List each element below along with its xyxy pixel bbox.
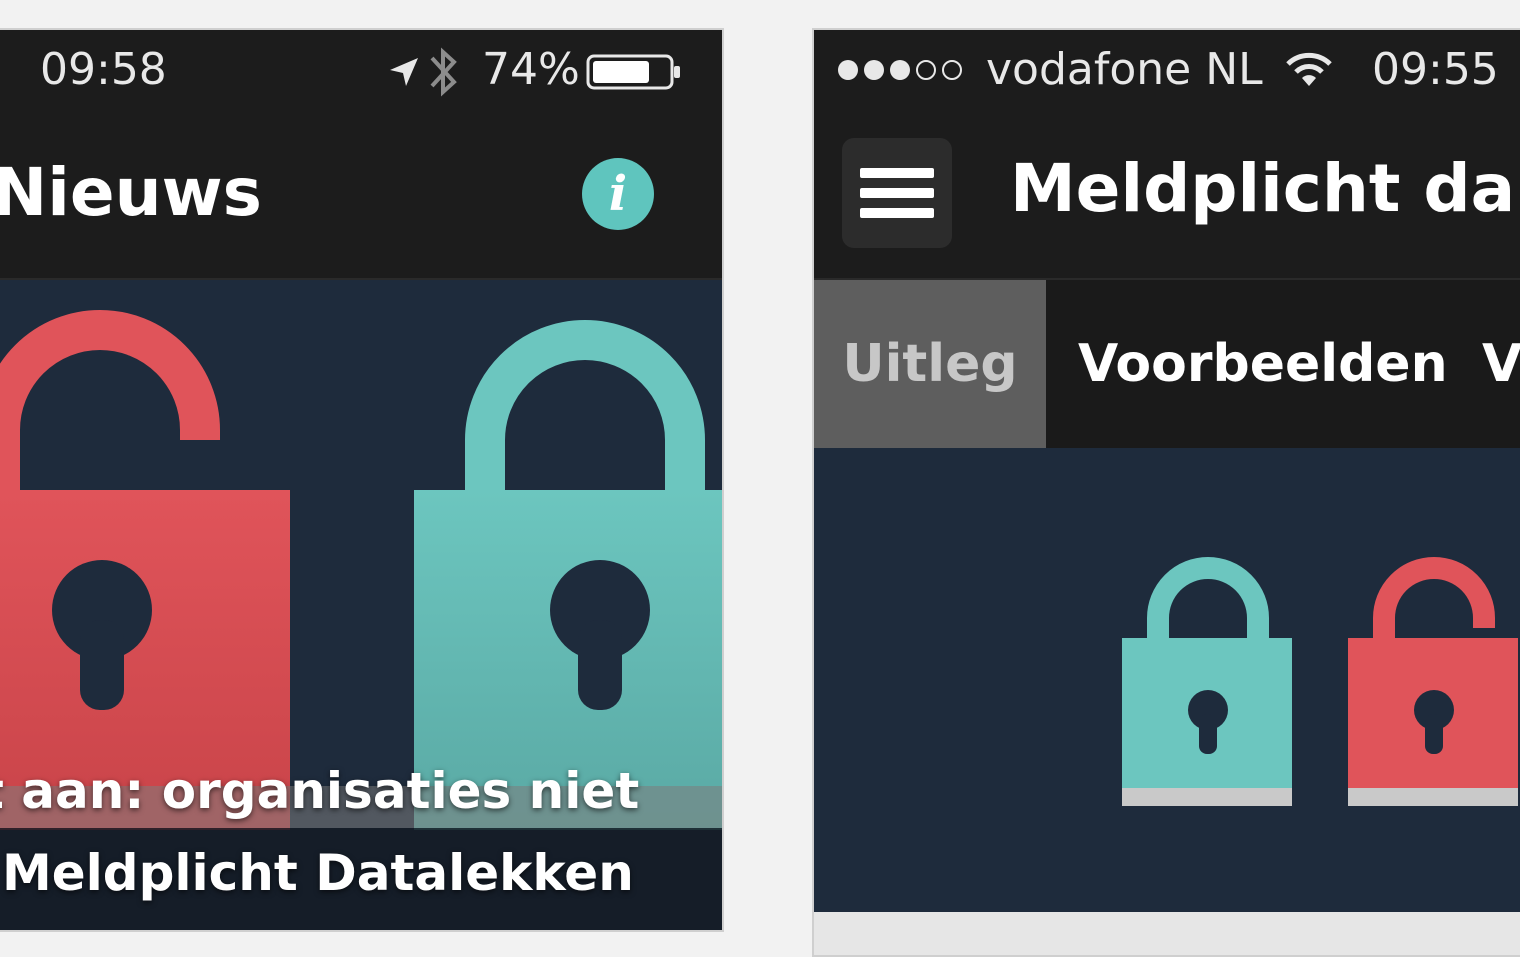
info-icon[interactable]: i — [582, 158, 654, 230]
hamburger-menu-icon[interactable] — [842, 138, 952, 248]
tab-truncated[interactable]: V — [1482, 280, 1520, 448]
bluetooth-icon — [424, 44, 464, 111]
battery-icon — [586, 52, 682, 103]
wifi-icon — [1284, 50, 1334, 101]
headline-line-1: t aan: organisaties niet — [0, 762, 640, 820]
tab-bar: Uitleg Voorbeelden V — [814, 280, 1520, 448]
tab-voorbeelden[interactable]: Voorbeelden — [1078, 280, 1448, 448]
hero-illustration — [814, 448, 1520, 912]
status-bar: 09:58 74% — [0, 30, 722, 114]
headline-line-2: Meldplicht Datalekken — [2, 844, 634, 902]
carrier-name: vodafone NL — [986, 44, 1263, 95]
page-title: Nieuws — [0, 154, 262, 231]
page-title: Meldplicht da — [1010, 150, 1516, 227]
location-arrow-icon — [386, 50, 422, 101]
left-phone-screen: 09:58 74% Nieuws i t aan: organisaties n… — [0, 28, 724, 932]
content-footer — [814, 912, 1520, 955]
signal-strength-icon — [836, 50, 976, 101]
battery-percent: 74% — [482, 44, 580, 95]
status-time: 09:58 — [40, 44, 167, 95]
status-bar: vodafone NL 09:55 — [814, 30, 1520, 114]
tab-uitleg[interactable]: Uitleg — [814, 280, 1046, 448]
right-phone-screen: vodafone NL 09:55 Meldplicht da Uitleg V… — [812, 28, 1520, 957]
status-time: 09:55 — [1372, 44, 1499, 95]
